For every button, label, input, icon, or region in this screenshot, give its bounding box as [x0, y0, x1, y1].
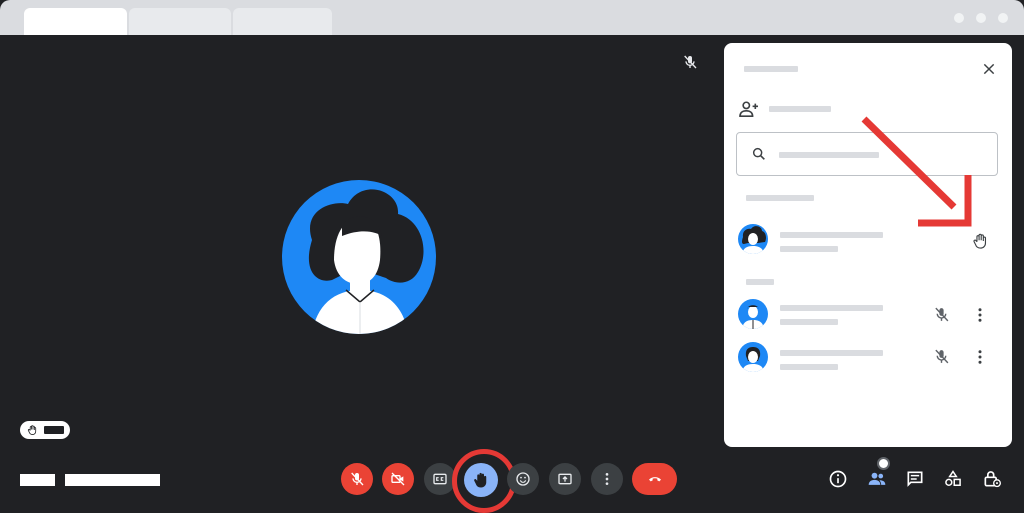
mic-toggle-button[interactable] — [341, 463, 373, 495]
people-button[interactable] — [866, 468, 888, 490]
annotation-arrow — [861, 116, 972, 227]
more-vert-icon — [605, 473, 609, 485]
hand-icon — [973, 233, 987, 249]
participant-subtitle — [780, 364, 838, 370]
section-header-in-call — [746, 279, 774, 285]
end-call-button[interactable] — [632, 463, 677, 495]
avatar — [738, 342, 768, 372]
window-control-dot[interactable] — [976, 13, 986, 23]
participant-name-label — [20, 474, 55, 486]
closed-caption-icon — [433, 473, 447, 485]
window-control-dot[interactable] — [954, 13, 964, 23]
browser-tab[interactable] — [233, 8, 332, 35]
person-add-icon[interactable] — [738, 100, 760, 118]
participant-subtitle — [780, 246, 838, 252]
search-icon — [752, 147, 765, 160]
mic-off-icon — [351, 472, 364, 486]
people-icon — [868, 472, 886, 485]
meeting-title-label — [65, 474, 160, 486]
info-icon — [829, 470, 847, 488]
videocam-off-icon — [391, 472, 405, 486]
participant-name — [780, 305, 883, 311]
activities-button[interactable] — [942, 468, 964, 490]
participant-name — [780, 232, 883, 238]
add-people-label[interactable] — [769, 106, 831, 112]
avatar — [738, 224, 768, 254]
browser-tab-active[interactable] — [24, 8, 127, 35]
avatar — [738, 299, 768, 329]
activities-icon — [945, 470, 961, 486]
people-panel — [724, 43, 1012, 447]
more-options-button[interactable] — [591, 463, 623, 495]
browser-tab[interactable] — [129, 8, 231, 35]
close-icon[interactable] — [981, 61, 997, 77]
hand-raised-label — [44, 426, 64, 434]
camera-toggle-button[interactable] — [382, 463, 414, 495]
mic-off-icon[interactable] — [933, 348, 950, 365]
participant-name — [780, 350, 883, 356]
more-vert-icon[interactable] — [971, 348, 989, 366]
chat-icon — [907, 471, 923, 487]
mic-off-icon[interactable] — [933, 306, 950, 323]
emoji-icon — [516, 472, 530, 486]
participant-subtitle — [780, 319, 838, 325]
reactions-button[interactable] — [507, 463, 539, 495]
meeting-info-button[interactable] — [827, 468, 849, 490]
host-controls-icon — [984, 471, 1001, 488]
chat-button[interactable] — [904, 468, 926, 490]
hand-raised-indicator — [20, 421, 70, 439]
more-vert-icon[interactable] — [971, 306, 989, 324]
call-end-icon — [648, 477, 661, 482]
section-header-raised-hands — [746, 195, 814, 201]
present-screen-button[interactable] — [549, 463, 581, 495]
host-controls-button[interactable] — [981, 468, 1003, 490]
browser-title-bar — [0, 0, 1024, 35]
mic-off-icon — [684, 55, 697, 69]
window-control-dot[interactable] — [998, 13, 1008, 23]
participant-count-badge — [877, 457, 890, 470]
hand-icon — [27, 425, 37, 435]
main-participant-avatar — [282, 180, 436, 334]
present-screen-icon — [558, 473, 572, 485]
panel-title — [744, 66, 798, 72]
